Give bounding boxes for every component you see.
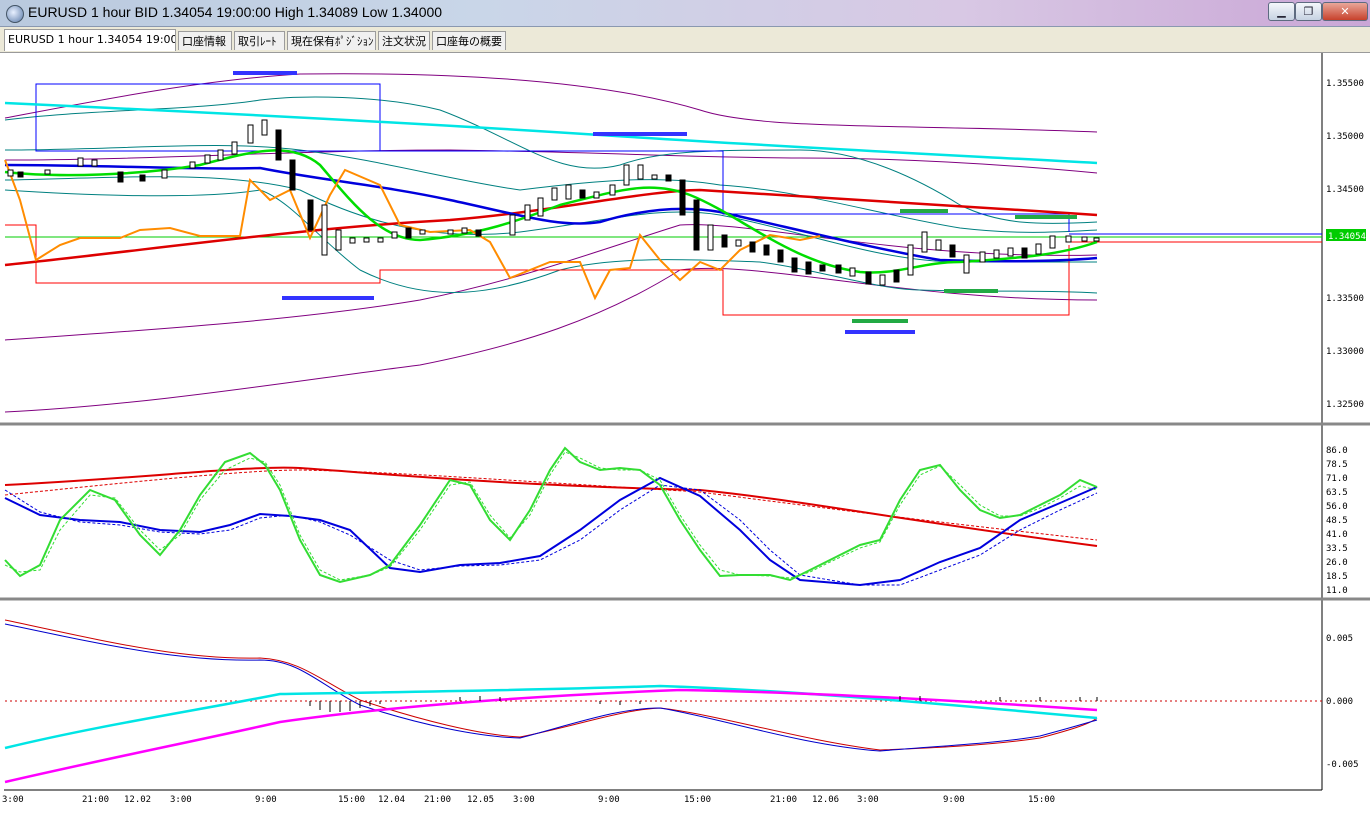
time-label: 21:00	[424, 795, 451, 805]
tab-account-info[interactable]: 口座情報	[178, 31, 232, 50]
price-chart-svg[interactable]: 1.35500 1.35000 1.34500 1.33500 1.33000 …	[0, 53, 1370, 810]
minimize-icon: ▁	[1277, 5, 1286, 18]
oscillator-label: 26.0	[1326, 558, 1348, 568]
tab-account-summary[interactable]: 口座毎の概要	[432, 31, 506, 50]
time-label: 12.05	[467, 795, 494, 805]
close-icon: ✕	[1340, 5, 1350, 18]
tab-trade-rates[interactable]: 取引ﾚｰﾄ	[234, 31, 285, 50]
macd-label: -0.005	[1326, 760, 1359, 770]
time-label: 21:00	[770, 795, 797, 805]
time-label: 12.06	[812, 795, 839, 805]
time-label: 12.04	[378, 795, 405, 805]
current-price-label: 1.34054	[1328, 232, 1366, 242]
price-label: 1.35500	[1326, 79, 1364, 89]
close-button[interactable]: ✕	[1322, 2, 1368, 21]
time-label: 12.02	[124, 795, 151, 805]
oscillator-label: 86.0	[1326, 446, 1348, 456]
oscillator-label: 48.5	[1326, 516, 1348, 526]
metatrader-app-icon[interactable]	[6, 5, 24, 23]
time-label: 9:00	[598, 795, 620, 805]
oscillator-label: 56.0	[1326, 502, 1348, 512]
title-bar: EURUSD 1 hour BID 1.34054 19:00:00 High …	[0, 0, 1370, 27]
time-label: 15:00	[338, 795, 365, 805]
time-label: 3:00	[513, 795, 535, 805]
restore-button[interactable]: ❐	[1295, 2, 1322, 21]
oscillator-label: 18.5	[1326, 572, 1348, 582]
time-label: 3:00	[2, 795, 24, 805]
time-label: 15:00	[684, 795, 711, 805]
oscillator-label: 33.5	[1326, 544, 1348, 554]
macd-label: 0.005	[1326, 634, 1353, 644]
oscillator-label: 11.0	[1326, 586, 1348, 596]
minimize-button[interactable]: ▁	[1268, 2, 1295, 21]
tab-open-positions[interactable]: 現在保有ﾎﾟｼﾞｼｮﾝ	[287, 31, 376, 50]
price-label: 1.32500	[1326, 400, 1364, 410]
chart-tab-bar: EURUSD 1 hour 1.34054 19:00:00 口座情報 取引ﾚｰ…	[0, 27, 1370, 53]
price-label: 1.34500	[1326, 185, 1364, 195]
oscillator-label: 63.5	[1326, 488, 1348, 498]
window-title: EURUSD 1 hour BID 1.34054 19:00:00 High …	[28, 4, 443, 20]
time-label: 15:00	[1028, 795, 1055, 805]
oscillator-label: 71.0	[1326, 474, 1348, 484]
oscillator-label: 78.5	[1326, 460, 1348, 470]
time-label: 9:00	[255, 795, 277, 805]
price-label: 1.35000	[1326, 132, 1364, 142]
oscillator-axis: 86.0 78.5 71.0 63.5 56.0 48.5 41.0 33.5 …	[1326, 446, 1348, 596]
time-label: 9:00	[943, 795, 965, 805]
chart-area[interactable]: 1.35500 1.35000 1.34500 1.33500 1.33000 …	[0, 53, 1370, 810]
tab-order-status[interactable]: 注文状況	[378, 31, 430, 50]
restore-icon: ❐	[1303, 5, 1314, 18]
time-label: 21:00	[82, 795, 109, 805]
price-label: 1.33000	[1326, 347, 1364, 357]
time-label: 3:00	[857, 795, 879, 805]
time-label: 3:00	[170, 795, 192, 805]
oscillator-label: 41.0	[1326, 530, 1348, 540]
tab-eurusd-chart[interactable]: EURUSD 1 hour 1.34054 19:00:00	[4, 29, 176, 51]
price-label: 1.33500	[1326, 294, 1364, 304]
macd-label: 0.000	[1326, 697, 1353, 707]
